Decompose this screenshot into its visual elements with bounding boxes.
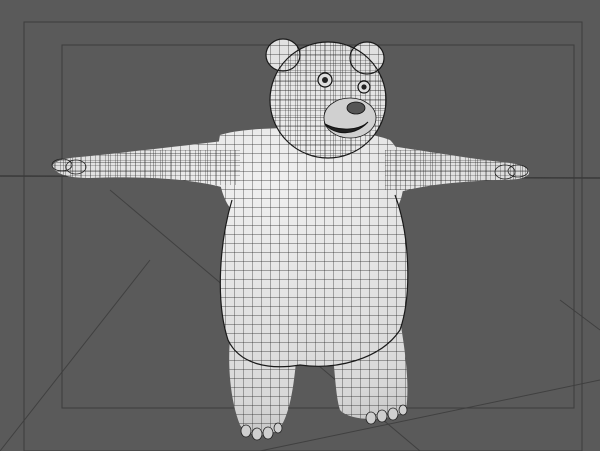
grid-line (0, 259, 151, 451)
viewport-canvas[interactable] (0, 0, 600, 451)
bear-model-icon[interactable] (0, 0, 600, 451)
3d-viewport[interactable] (0, 0, 600, 451)
grid-line (559, 299, 600, 331)
nose-icon (346, 101, 366, 115)
grid-line (259, 379, 600, 451)
